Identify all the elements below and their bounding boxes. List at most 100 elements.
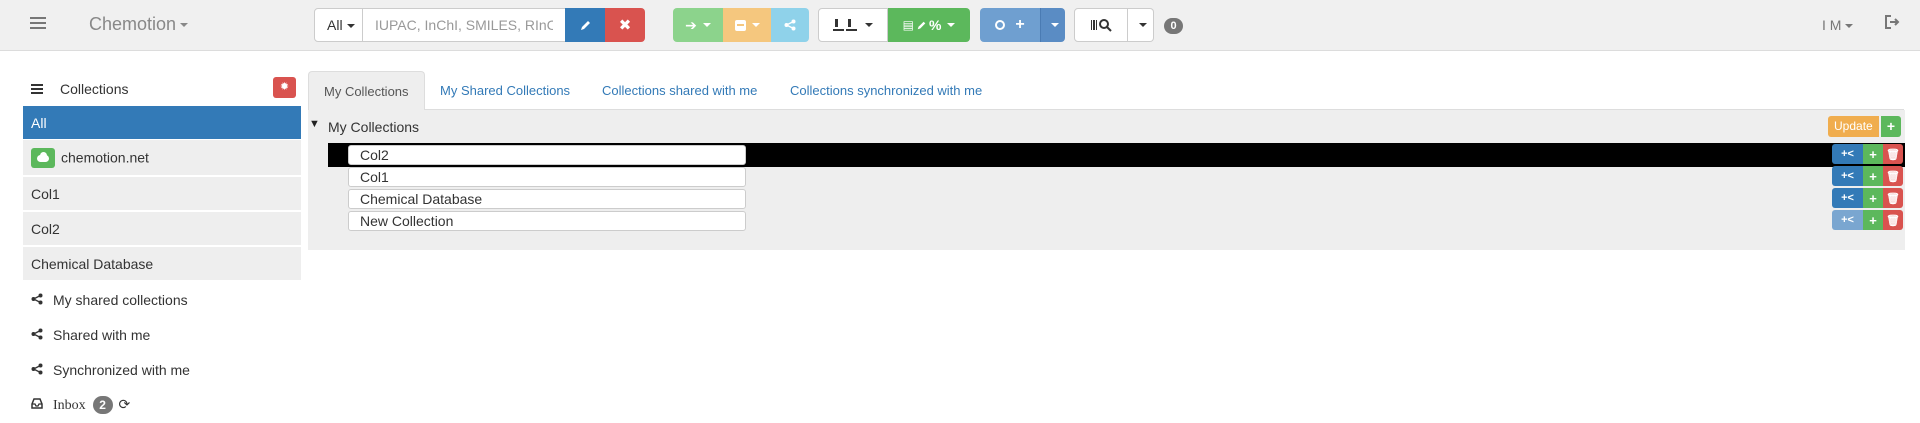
update-button[interactable]: Update [1828,116,1879,137]
trash-icon: 🗑 [1886,192,1900,205]
share-icon [31,363,43,375]
share-collection-button[interactable]: +< [1832,210,1863,230]
delete-collection-button[interactable]: 🗑 [1883,166,1903,186]
menu-toggle-icon[interactable] [30,17,46,31]
tab-collections-synchronized-with-me[interactable]: Collections synchronized with me [790,71,982,110]
chevron-down-icon [180,23,189,28]
tab-label: My Shared Collections [440,83,571,98]
minus-square-icon [734,19,746,31]
caret-down-icon[interactable]: ▼ [309,118,320,130]
barcode-search-icon [1091,19,1112,32]
logout-button[interactable] [1884,14,1904,34]
add-subcollection-button[interactable]: + [1863,166,1883,186]
remove-button[interactable] [723,8,771,42]
share-icon [784,19,796,31]
share-collection-button[interactable]: +< [1832,188,1863,208]
structure-editor-button[interactable] [565,8,605,42]
sidebar-item-label: Col1 [31,186,60,202]
create-element-button[interactable]: + [980,8,1040,42]
inbox-label: Inbox [53,398,86,413]
trash-icon: 🗑 [1886,170,1900,183]
sample-icon [995,20,1006,30]
chevron-down-icon [1138,23,1147,27]
sidebar-link-label: Shared with me [53,327,151,343]
plus-icon: + [1015,16,1025,33]
tree-root-row: ▼ My Collections Update + [308,110,1905,142]
plus-icon: + [1869,168,1877,184]
delete-collection-button[interactable]: 🗑 [1883,210,1903,230]
delete-collection-button[interactable]: 🗑 [1883,188,1903,208]
sidebar-link-shared-with-me[interactable]: Shared with me [31,327,150,343]
sidebar-item-all[interactable]: All [23,106,301,140]
tab-label: My Collections [324,84,409,99]
collection-row[interactable]: +< + 🗑 [328,209,1905,233]
user-initials: I M [1822,17,1842,33]
collection-row-actions: +< + 🗑 [1832,210,1903,230]
element-actions-group: ➔ [673,8,809,42]
create-dropdown-toggle[interactable] [1040,8,1065,42]
arrow-right-icon: ➔ [685,16,697,33]
clear-search-button[interactable]: ✖ [605,8,645,42]
search-scope-select[interactable]: All [314,8,363,42]
collection-row-actions: +< + 🗑 [1832,144,1903,164]
barcode-dropdown-toggle[interactable] [1128,8,1154,42]
search-bar: All ✖ [314,8,645,42]
plus-icon: + [1869,190,1877,206]
delete-collection-button[interactable]: 🗑 [1883,144,1903,164]
sidebar-item-chemotion-net[interactable]: chemotion.net [23,140,301,176]
tab-collections-shared-with-me[interactable]: Collections shared with me [602,71,757,110]
collection-name-input[interactable] [348,145,746,165]
add-subcollection-button[interactable]: + [1863,210,1883,230]
collection-settings-button[interactable]: ✹ [273,77,296,98]
share-button[interactable] [771,8,809,42]
sidebar-item-chemical-database[interactable]: Chemical Database [23,247,301,281]
refresh-icon[interactable]: ⟳ [118,396,130,413]
sidebar-link-synchronized-with-me[interactable]: Synchronized with me [31,362,190,378]
inbox-count-badge: 2 [92,396,113,414]
collection-row[interactable]: +< + 🗑 [328,143,1905,167]
brand-dropdown[interactable]: Chemotion [89,14,189,35]
sidebar-item-col2[interactable]: Col2 [23,212,301,246]
chevron-down-icon [1845,24,1854,29]
collection-name-input[interactable] [348,211,746,231]
brand-label: Chemotion [89,14,177,34]
plus-share-icon: +< [1841,192,1854,204]
collection-name-input[interactable] [348,167,746,187]
trash-icon: 🗑 [1886,214,1900,227]
tab-label: Collections synchronized with me [790,83,983,98]
add-subcollection-button[interactable]: + [1863,144,1883,164]
barcode-group [1074,8,1154,42]
barcode-search-button[interactable] [1074,8,1128,42]
notification-badge[interactable]: 0 [1164,18,1183,34]
chevron-down-icon [865,23,873,27]
collection-row[interactable]: +< + 🗑 [328,187,1905,211]
microscope-dropdown-button[interactable] [818,8,888,42]
collection-row[interactable]: +< + 🗑 [328,165,1905,189]
search-input[interactable] [363,8,565,42]
microscope-icon [833,19,857,31]
add-subcollection-button[interactable]: + [1863,188,1883,208]
sidebar-link-label: My shared collections [53,292,188,308]
tab-my-collections[interactable]: My Collections [308,71,425,110]
sidebar-inbox[interactable]: Inbox 2 ⟳ [31,396,130,414]
tab-my-shared-collections[interactable]: My Shared Collections [440,71,570,110]
share-collection-button[interactable]: +< [1832,144,1863,164]
collection-name-input[interactable] [348,189,746,209]
sidebar-link-my-shared[interactable]: My shared collections [31,292,188,308]
user-menu[interactable]: I M [1822,17,1854,33]
scan-actions-group: ▤ % [818,8,970,42]
sidebar-link-label: Synchronized with me [53,362,190,378]
add-collection-button[interactable]: + [1881,116,1901,137]
sidebar-item-label: Chemical Database [31,256,154,272]
trash-icon: 🗑 [1886,148,1900,161]
report-dropdown-button[interactable]: ▤ % [888,8,970,42]
collection-tabs: My Collections My Shared Collections Col… [308,71,1904,110]
percent-icon: % [928,17,942,33]
tab-label: Collections shared with me [602,83,758,98]
sidebar-item-col1[interactable]: Col1 [23,177,301,211]
pencil-icon [917,21,926,29]
move-button[interactable]: ➔ [673,8,723,42]
top-navbar: Chemotion All ✖ ➔ ▤ % + [0,0,1920,51]
share-collection-button[interactable]: +< [1832,166,1863,186]
collections-tree-panel: ▼ My Collections Update + +< + 🗑 +< + 🗑 … [308,110,1905,250]
